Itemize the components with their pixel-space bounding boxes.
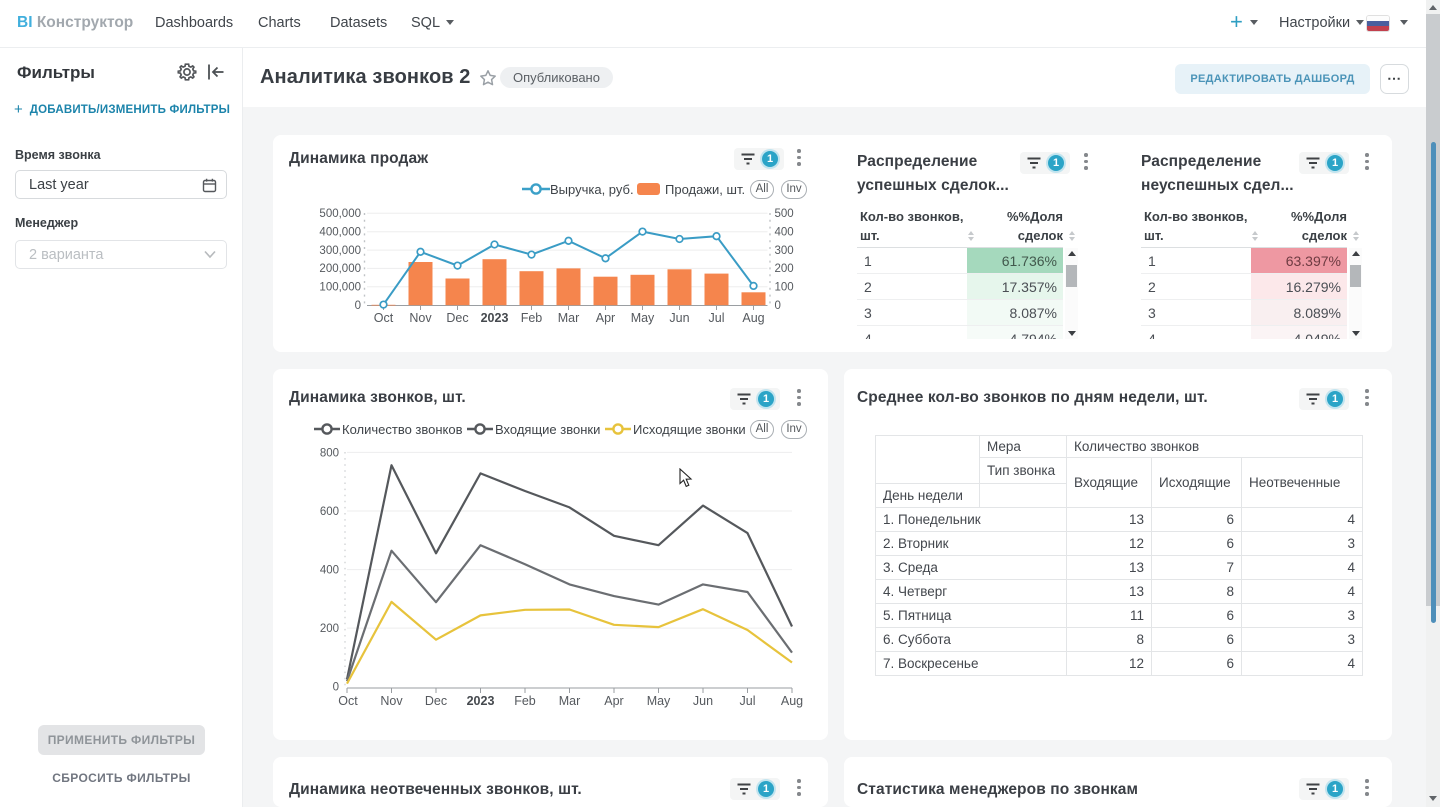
svg-text:May: May: [631, 311, 655, 325]
svg-text:Mar: Mar: [558, 311, 580, 325]
svg-text:800: 800: [320, 447, 339, 459]
svg-text:Dec: Dec: [425, 694, 447, 708]
svg-text:Aug: Aug: [742, 311, 764, 325]
svg-text:Feb: Feb: [521, 311, 543, 325]
svg-text:Dec: Dec: [446, 311, 468, 325]
svg-text:0: 0: [355, 300, 361, 312]
svg-text:0: 0: [775, 300, 781, 312]
svg-text:Jun: Jun: [693, 694, 713, 708]
svg-text:Apr: Apr: [604, 694, 623, 708]
svg-text:Aug: Aug: [781, 694, 803, 708]
svg-text:100: 100: [775, 282, 794, 294]
svg-text:Mar: Mar: [559, 694, 581, 708]
svg-text:300,000: 300,000: [319, 245, 361, 257]
svg-text:Nov: Nov: [380, 694, 403, 708]
svg-text:Nov: Nov: [409, 311, 432, 325]
svg-text:May: May: [647, 694, 671, 708]
svg-text:Apr: Apr: [596, 311, 615, 325]
svg-text:400: 400: [775, 226, 794, 238]
svg-text:200: 200: [775, 263, 794, 275]
svg-text:200: 200: [320, 623, 339, 635]
svg-text:Oct: Oct: [338, 694, 358, 708]
svg-text:Oct: Oct: [374, 311, 394, 325]
svg-text:Jun: Jun: [669, 311, 689, 325]
svg-text:400: 400: [320, 565, 339, 577]
svg-text:2023: 2023: [481, 311, 509, 325]
svg-text:Jul: Jul: [740, 694, 756, 708]
svg-text:0: 0: [333, 682, 339, 694]
svg-text:2023: 2023: [467, 694, 495, 708]
svg-text:600: 600: [320, 506, 339, 518]
svg-text:Feb: Feb: [514, 694, 536, 708]
svg-text:300: 300: [775, 245, 794, 257]
svg-text:200,000: 200,000: [319, 263, 361, 275]
svg-text:500,000: 500,000: [319, 208, 361, 220]
svg-text:500: 500: [775, 208, 794, 220]
svg-text:400,000: 400,000: [319, 226, 361, 238]
svg-text:Jul: Jul: [709, 311, 725, 325]
svg-text:100,000: 100,000: [319, 282, 361, 294]
